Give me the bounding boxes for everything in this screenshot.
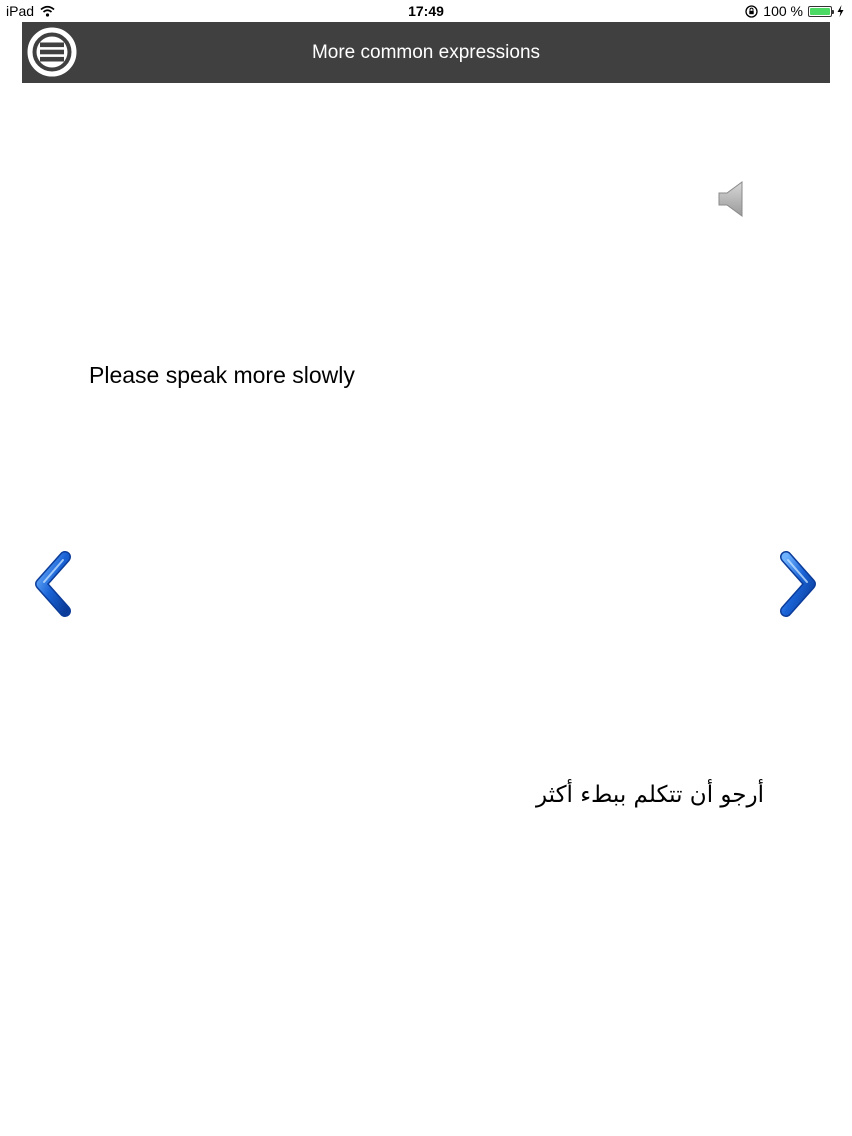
orientation-lock-icon — [745, 4, 758, 18]
battery-percent: 100 % — [763, 3, 803, 19]
english-phrase: Please speak more slowly — [89, 362, 355, 388]
page-title: More common expressions — [311, 42, 541, 63]
speaker-icon[interactable] — [716, 180, 746, 218]
navigation-bar: More common expressions — [22, 22, 830, 83]
chevron-left-icon[interactable] — [31, 551, 77, 617]
charging-icon — [837, 5, 844, 17]
status-time: 17:49 — [408, 3, 444, 19]
battery-fill — [810, 7, 830, 15]
status-right: 100 % — [745, 3, 844, 19]
battery-icon — [808, 5, 834, 17]
chevron-right-icon[interactable] — [774, 551, 820, 617]
status-bar: iPad 17:49 100 % — [0, 0, 852, 22]
arabic-phrase: أرجو أن تتكلم ببطء أكثر — [535, 782, 764, 808]
